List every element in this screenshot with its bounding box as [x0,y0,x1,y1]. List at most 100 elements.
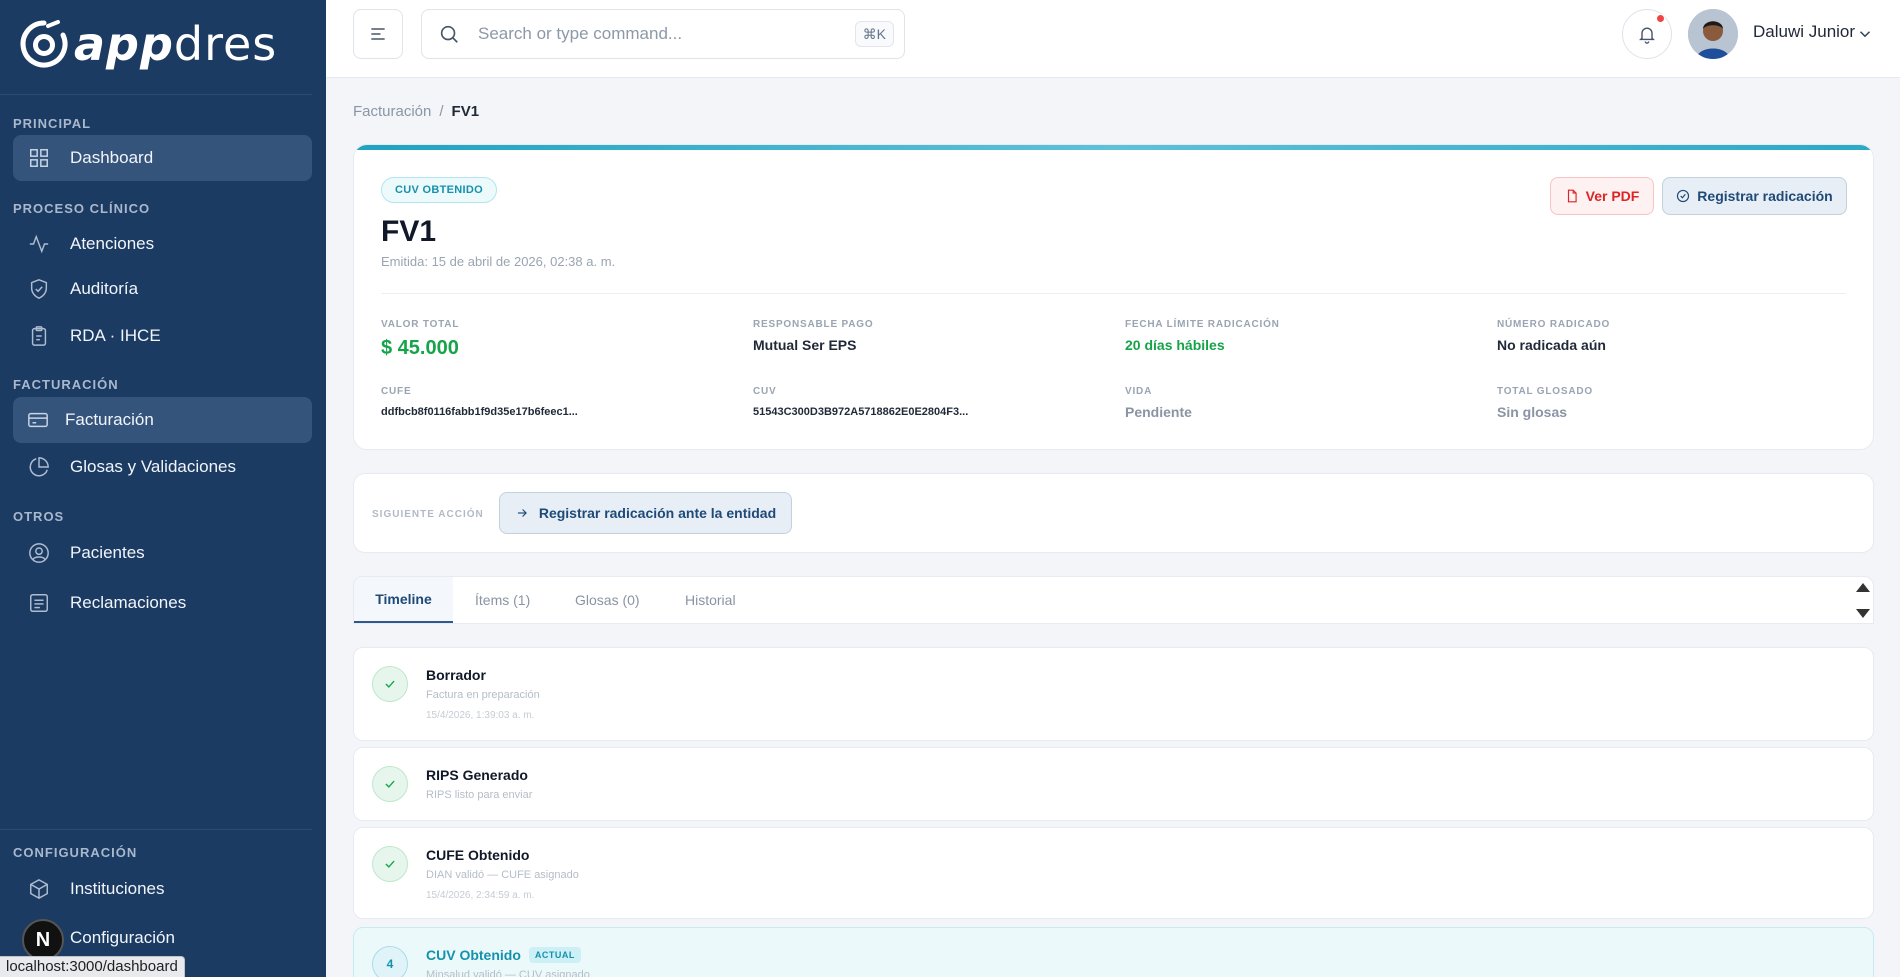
timeline-title: RIPS Generado [426,767,528,783]
logo-text: appdres [74,17,278,71]
fecha-limite-value: 20 días hábiles [1125,337,1225,353]
logo-icon [20,20,68,68]
sidebar-item-instituciones[interactable]: Instituciones [13,866,312,912]
responsable-label: RESPONSABLE PAGO [753,319,874,330]
view-pdf-label: Ver PDF [1585,188,1640,204]
register-radicacion-button[interactable]: Registrar radicación [1662,177,1847,215]
sidebar-item-auditoria[interactable]: Auditoría [13,266,312,312]
timeline-description: DIAN validó — CUFE asignado [426,869,579,881]
page-title: FV1 [381,215,437,248]
search-input[interactable] [478,24,838,44]
breadcrumb-link-facturacion[interactable]: Facturación [353,103,431,120]
sidebar-item-label: Dashboard [70,148,154,167]
check-circle-icon [1677,189,1690,203]
check-icon [385,680,395,688]
breadcrumb: Facturación / FV1 [353,103,479,120]
status-badge: CUV OBTENIDO [381,177,497,203]
sidebar-item-glosas[interactable]: Glosas y Validaciones [13,444,312,490]
scroll-up-arrow[interactable] [1856,583,1870,592]
next-action-label: SIGUIENTE ACCIÓN [372,509,484,520]
grid-icon [30,149,48,167]
next-action-button-label: Registrar radicación ante la entidad [538,505,777,521]
timeline-title: CUV Obtenido ACTUAL [426,947,581,963]
invoice-summary-card: CUV OBTENIDO FV1 Emitida: 15 de abril de… [353,144,1874,450]
card-divider [381,293,1846,294]
vida-label: VIDA [1125,386,1153,397]
sidebar: appdres PRINCIPAL Dashboard PROCESO CLÍN… [0,0,326,977]
sidebar-item-label: Facturación [65,410,154,429]
avatar[interactable] [1688,9,1738,59]
fecha-limite-label: FECHA LÍMITE RADICACIÓN [1125,319,1280,330]
view-pdf-button[interactable]: Ver PDF [1550,177,1654,215]
cufe-value: ddfbcb8f0116fabb1f9d35e17b6feec1... [381,406,578,418]
sidebar-divider [0,94,312,95]
activity-icon [29,234,49,254]
search-icon [440,25,458,43]
arrow-right-icon [517,509,527,517]
sidebar-item-label: Pacientes [70,543,145,562]
total-glosado-label: TOTAL GLOSADO [1497,386,1593,397]
sidebar-item-label: Glosas y Validaciones [70,457,236,476]
breadcrumb-separator: / [439,103,444,120]
timeline-description: Minsalud validó — CUV asignado [426,969,590,977]
timeline-item: RIPS Generado RIPS listo para enviar [353,747,1874,821]
sidebar-item-label: Auditoría [70,279,139,298]
check-icon [385,860,395,868]
step-complete-indicator [372,666,408,702]
section-label-otros: OTROS [13,509,65,524]
sidebar-item-atenciones[interactable]: Atenciones [13,221,312,267]
numero-radicado-label: NÚMERO RADICADO [1497,319,1611,330]
sidebar-item-pacientes[interactable]: Pacientes [13,530,312,576]
current-step-badge: ACTUAL [528,947,581,963]
section-label-proceso: PROCESO CLÍNICO [13,201,151,216]
register-radicacion-entidad-button[interactable]: Registrar radicación ante la entidad [499,492,792,534]
timeline-date: 15/4/2026, 1:39:03 a. m. [426,710,535,721]
step-complete-indicator [372,846,408,882]
sidebar-item-label: Reclamaciones [70,593,187,612]
sidebar-item-label: Instituciones [70,879,165,898]
scroll-down-arrow[interactable] [1856,609,1870,618]
tab-glosas[interactable]: Glosas (0) [575,577,640,623]
sidebar-item-facturacion[interactable]: Facturación [13,397,312,443]
chevron-down-icon[interactable] [1856,25,1874,43]
vida-value: Pendiente [1125,404,1192,420]
card-accent-bar [354,145,1873,150]
detail-tabs: Timeline Ítems (1) Glosas (0) Historial [353,576,1874,624]
notifications-button[interactable] [1622,9,1672,59]
timeline-title: CUFE Obtenido [426,847,530,863]
next-action-panel: SIGUIENTE ACCIÓN Registrar radicación an… [353,473,1874,553]
breadcrumb-current: FV1 [451,103,480,120]
search-shortcut: ⌘K [854,21,894,47]
section-label-facturacion: FACTURACIÓN [13,377,119,392]
nextjs-dev-badge[interactable]: N [22,919,64,961]
sidebar-item-rda[interactable]: RDA · IHCE [13,313,312,359]
user-circle-icon [29,543,49,563]
tab-historial[interactable]: Historial [685,577,736,623]
sidebar-item-reclamaciones[interactable]: Reclamaciones [13,580,312,626]
sidebar-item-label: Configuración [70,928,175,947]
timeline-item: CUFE Obtenido DIAN validó — CUFE asignad… [353,827,1874,919]
valor-total-label: VALOR TOTAL [381,319,460,330]
timeline-item-current: 4 CUV Obtenido ACTUAL Minsalud validó — C… [353,927,1874,977]
bell-icon [1639,27,1655,44]
hamburger-icon [371,28,385,40]
credit-card-icon [28,412,48,428]
section-label-configuracion: CONFIGURACIÓN [13,845,138,860]
sidebar-item-dashboard[interactable]: Dashboard [13,135,312,181]
shield-check-icon [30,279,48,299]
timeline-description: Factura en preparación [426,689,540,701]
menu-toggle-button[interactable] [353,9,403,59]
tab-timeline[interactable]: Timeline [354,577,453,623]
cuv-label: CUV [753,386,777,397]
check-icon [385,780,395,788]
tab-items[interactable]: Ítems (1) [475,577,530,623]
section-label-principal: PRINCIPAL [13,116,92,131]
timeline-title-text: CUV Obtenido [426,947,521,963]
timeline-title: Borrador [426,667,486,683]
search-bar[interactable]: ⌘K [421,9,905,59]
user-photo [1688,9,1738,59]
timeline-item: Borrador Factura en preparación 15/4/202… [353,647,1874,741]
box-icon [30,878,48,900]
appdres-logo[interactable]: appdres [18,17,278,71]
user-name[interactable]: Daluwi Junior [1753,22,1855,42]
